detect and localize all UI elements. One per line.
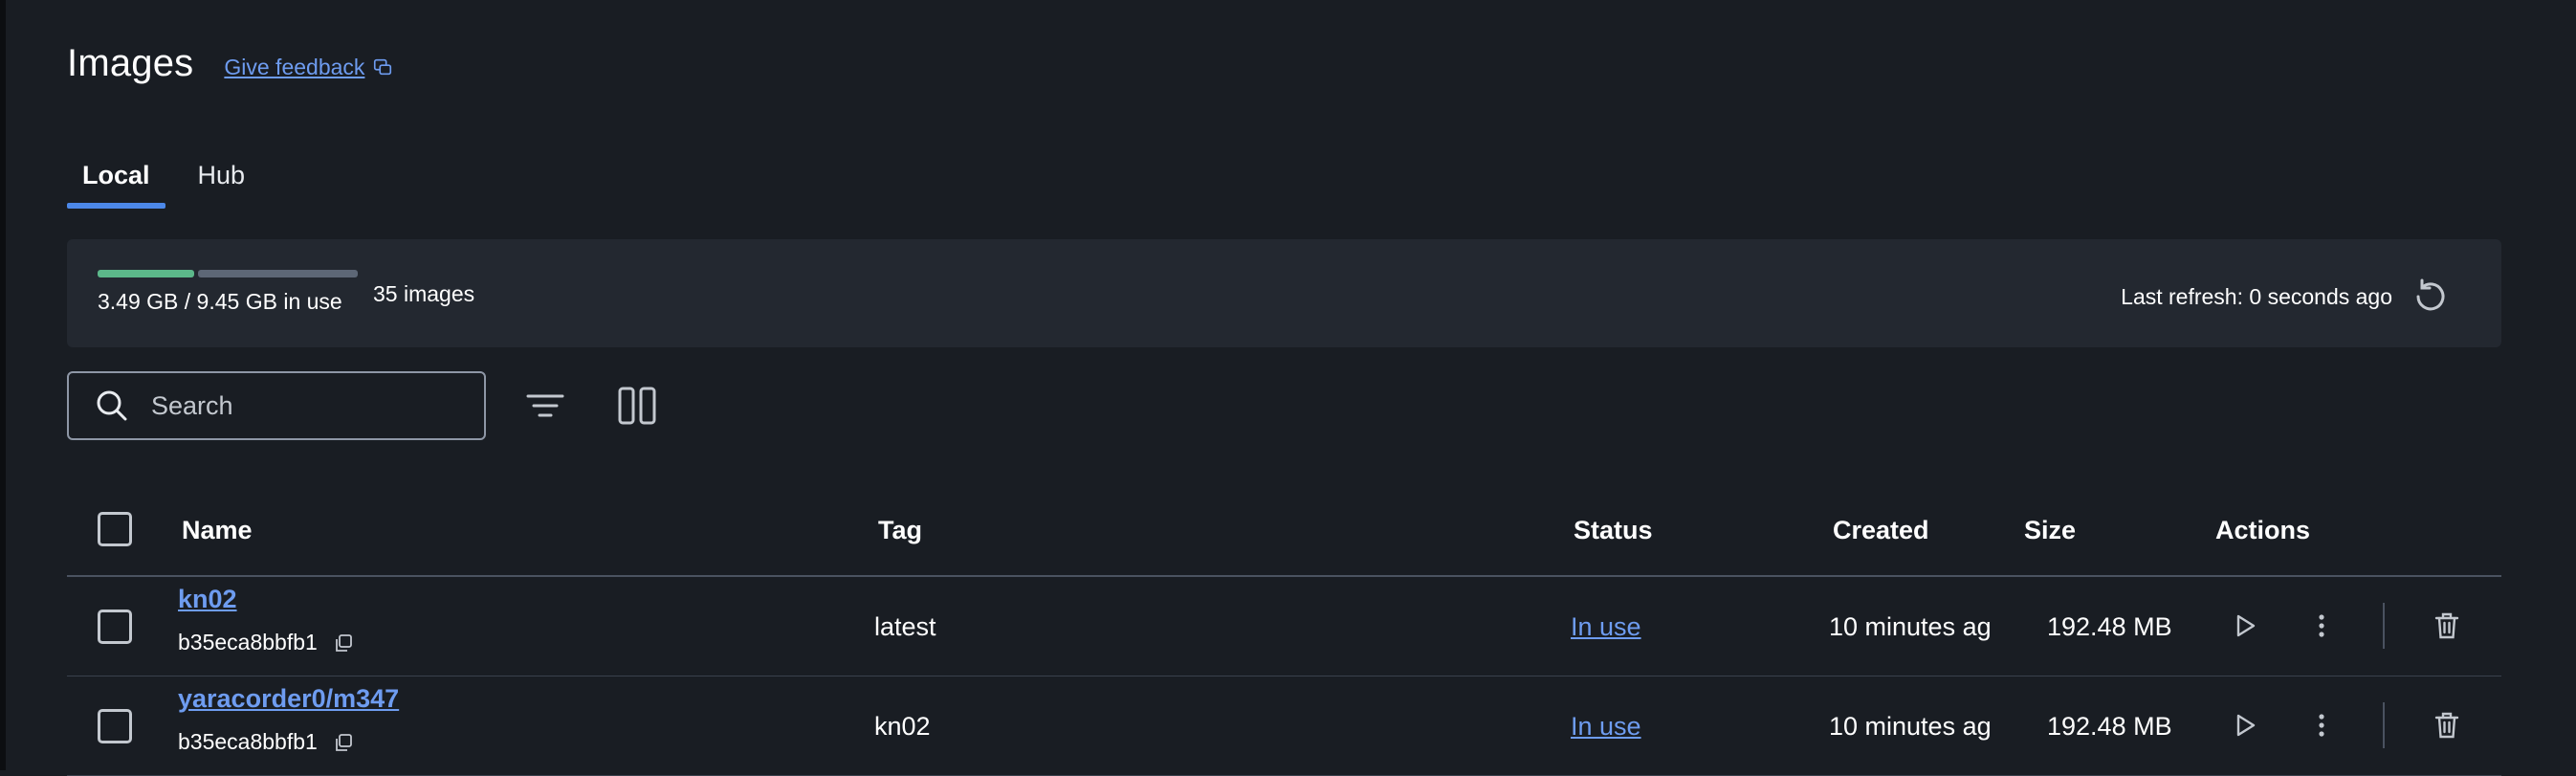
image-id: b35eca8bbfb1 bbox=[178, 729, 354, 755]
search-input[interactable] bbox=[149, 389, 459, 422]
image-status-link[interactable]: In use bbox=[1571, 712, 1641, 742]
table-header: Name Tag Status Created Size Actions bbox=[67, 483, 2501, 577]
page-header: Images Give feedback bbox=[67, 38, 393, 88]
disk-usage-panel: 3.49 GB / 9.45 GB in use 35 images Last … bbox=[67, 239, 2501, 347]
image-id-text: b35eca8bbfb1 bbox=[178, 630, 318, 654]
disk-usage-used bbox=[98, 270, 194, 277]
image-name-link[interactable]: kn02 bbox=[178, 585, 237, 614]
tab-hub[interactable]: Hub bbox=[183, 153, 261, 209]
toolbar bbox=[67, 371, 664, 440]
play-icon bbox=[2236, 614, 2256, 637]
column-header-size[interactable]: Size bbox=[2024, 516, 2076, 545]
trash-icon bbox=[2434, 712, 2459, 739]
actions-divider bbox=[2383, 603, 2385, 649]
give-feedback-label: Give feedback bbox=[224, 54, 365, 79]
column-header-status[interactable]: Status bbox=[1574, 516, 1653, 545]
more-vertical-icon bbox=[2319, 614, 2324, 637]
more-options-button[interactable] bbox=[2302, 607, 2341, 645]
play-icon bbox=[2236, 714, 2256, 737]
image-size: 192.48 MB bbox=[2047, 612, 2172, 641]
column-header-created[interactable]: Created bbox=[1833, 516, 1929, 545]
image-id-text: b35eca8bbfb1 bbox=[178, 729, 318, 754]
search-icon bbox=[97, 390, 127, 421]
image-size: 192.48 MB bbox=[2047, 712, 2172, 741]
image-created: 10 minutes ag bbox=[1829, 712, 1992, 741]
filter-icon bbox=[526, 394, 564, 417]
delete-button[interactable] bbox=[2428, 607, 2466, 645]
trash-icon bbox=[2434, 612, 2459, 639]
copy-icon[interactable] bbox=[333, 732, 354, 753]
disk-usage-free bbox=[197, 270, 358, 277]
run-button[interactable] bbox=[2226, 706, 2264, 744]
columns-button[interactable] bbox=[610, 379, 664, 432]
page-title: Images bbox=[67, 41, 194, 84]
refresh-status: Last refresh: 0 seconds ago bbox=[2121, 276, 2452, 318]
disk-usage-text: 3.49 GB / 9.45 GB in use bbox=[98, 289, 342, 314]
image-created: 10 minutes ag bbox=[1829, 612, 1992, 641]
images-table: Name Tag Status Created Size Actions kn0… bbox=[67, 483, 2501, 776]
feedback-icon bbox=[374, 58, 392, 76]
filter-button[interactable] bbox=[518, 379, 572, 432]
search-box bbox=[67, 371, 486, 440]
disk-usage: 3.49 GB / 9.45 GB in use bbox=[98, 270, 358, 315]
window-edge bbox=[0, 0, 6, 770]
disk-usage-bar bbox=[98, 270, 358, 277]
columns-icon bbox=[618, 387, 656, 425]
select-all-checkbox[interactable] bbox=[98, 512, 132, 546]
image-name-link[interactable]: yaracorder0/m347 bbox=[178, 684, 399, 714]
image-status-link[interactable]: In use bbox=[1571, 612, 1641, 642]
refresh-icon[interactable] bbox=[2410, 276, 2452, 318]
tab-local[interactable]: Local bbox=[67, 153, 165, 209]
column-header-tag[interactable]: Tag bbox=[878, 516, 922, 545]
image-id: b35eca8bbfb1 bbox=[178, 630, 354, 655]
actions-divider bbox=[2383, 702, 2385, 748]
image-tag: latest bbox=[874, 612, 936, 641]
row-checkbox[interactable] bbox=[98, 610, 132, 644]
table-row: yaracorder0/m347 b35eca8bbfb1 kn02 In us… bbox=[67, 676, 2501, 776]
delete-button[interactable] bbox=[2428, 706, 2466, 744]
give-feedback-link[interactable]: Give feedback bbox=[224, 55, 393, 80]
row-checkbox[interactable] bbox=[98, 709, 132, 743]
more-vertical-icon bbox=[2319, 714, 2324, 737]
image-count: 35 images bbox=[373, 281, 475, 306]
last-refresh-text: Last refresh: 0 seconds ago bbox=[2121, 283, 2392, 309]
column-header-name[interactable]: Name bbox=[182, 516, 253, 545]
column-header-actions: Actions bbox=[2215, 516, 2311, 544]
table-row: kn02 b35eca8bbfb1 latest In use 10 minut… bbox=[67, 577, 2501, 676]
image-tag: kn02 bbox=[874, 712, 931, 741]
copy-icon[interactable] bbox=[333, 632, 354, 654]
run-button[interactable] bbox=[2226, 607, 2264, 645]
more-options-button[interactable] bbox=[2302, 706, 2341, 744]
tab-bar: Local Hub bbox=[67, 153, 260, 209]
